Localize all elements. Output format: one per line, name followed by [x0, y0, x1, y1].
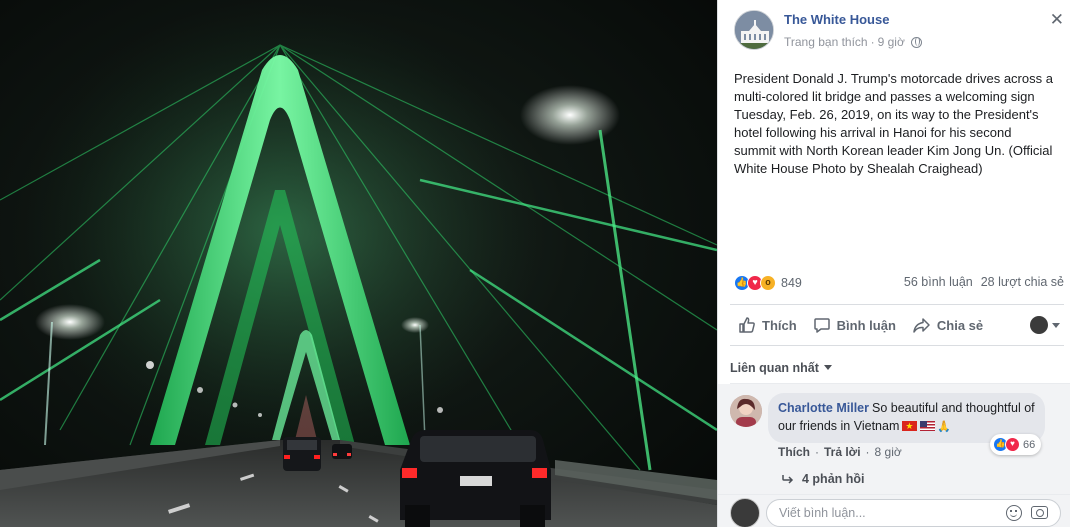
replies-label: 4 phản hồi: [802, 472, 865, 486]
post-stats: 👍 ♥ o 849 56 bình luận 28 lượt chia sẻ: [734, 275, 1064, 295]
reply-arrow-icon: [782, 475, 794, 484]
separator: ·: [865, 445, 870, 459]
pray-icon: 🙏: [937, 421, 952, 433]
share-label: Chia sẻ: [936, 317, 984, 333]
share-button[interactable]: Chia sẻ: [904, 316, 991, 334]
stats-right: 56 bình luận 28 lượt chia sẻ: [904, 275, 1064, 289]
post-header: The White House Trang bạn thích · 9 giờ …: [734, 10, 1064, 52]
commenter-photo-icon: [730, 395, 762, 427]
page-name[interactable]: The White House: [784, 12, 889, 27]
like-label: Thích: [762, 317, 797, 333]
us-flag-icon: [920, 421, 936, 431]
reaction-count: 849: [781, 276, 802, 290]
sort-label: Liên quan nhất: [730, 360, 819, 375]
emoji-icon[interactable]: [1006, 505, 1022, 521]
comment-sort-dropdown[interactable]: Liên quan nhất: [730, 352, 1070, 384]
comment-reply-link[interactable]: Trả lời: [824, 445, 861, 459]
comment-actions: Thích · Trả lời · 8 giờ: [778, 445, 902, 459]
like-button[interactable]: Thích: [730, 316, 805, 334]
commenter-avatar[interactable]: [730, 395, 762, 427]
view-replies-link[interactable]: 4 phản hồi: [782, 472, 865, 486]
profile-avatar-icon: [1030, 316, 1048, 334]
separator: ·: [815, 445, 819, 459]
thumbs-up-icon: [739, 317, 755, 333]
share-arrow-icon: [913, 318, 930, 333]
comment-composer: [718, 494, 1070, 527]
chevron-down-icon: [1052, 322, 1060, 328]
wow-icon: o: [760, 275, 776, 291]
meta-separator: ·: [870, 35, 875, 49]
current-user-avatar: [730, 498, 760, 527]
comment-reactions[interactable]: 👍 ♥ 66: [990, 434, 1042, 455]
comment-reaction-count: 66: [1023, 438, 1036, 451]
globe-icon: [910, 36, 922, 48]
camera-icon[interactable]: [1031, 506, 1048, 519]
love-icon: ♥: [1005, 437, 1020, 452]
white-house-logo-icon: [735, 11, 773, 49]
comment-input-wrapper: [766, 499, 1061, 527]
chevron-down-icon: [823, 365, 832, 370]
comment-button[interactable]: Bình luận: [805, 316, 904, 334]
post-as-selector[interactable]: [1030, 316, 1064, 334]
post-caption: President Donald J. Trump's motorcade dr…: [734, 71, 1053, 176]
comment-time[interactable]: 8 giờ: [875, 445, 902, 459]
action-bar: Thích Bình luận Chia sẻ: [730, 304, 1064, 346]
comment-author[interactable]: Charlotte Miller: [778, 401, 869, 415]
post-meta: Trang bạn thích · 9 giờ: [784, 35, 922, 49]
share-count[interactable]: 28 lượt chia sẻ: [981, 275, 1064, 289]
comment-bubble-icon: [813, 318, 830, 333]
post-side-panel: The White House Trang bạn thích · 9 giờ …: [717, 0, 1070, 527]
post-time[interactable]: 9 giờ: [878, 35, 905, 49]
comment-label: Bình luận: [836, 317, 896, 333]
comment-count[interactable]: 56 bình luận: [904, 275, 973, 289]
bridge-night-scene: [0, 0, 717, 527]
audience-label[interactable]: Trang bạn thích: [784, 35, 868, 49]
comment-list: Charlotte Miller So beautiful and thought…: [718, 384, 1070, 494]
comment-input[interactable]: [779, 504, 999, 522]
vietnam-flag-icon: [902, 417, 918, 435]
page-avatar[interactable]: [734, 10, 774, 50]
comment-like-link[interactable]: Thích: [778, 445, 810, 459]
post-photo[interactable]: [0, 0, 717, 527]
close-icon[interactable]: ✕: [1050, 10, 1064, 30]
reaction-summary[interactable]: 👍 ♥ o 849: [734, 275, 802, 291]
